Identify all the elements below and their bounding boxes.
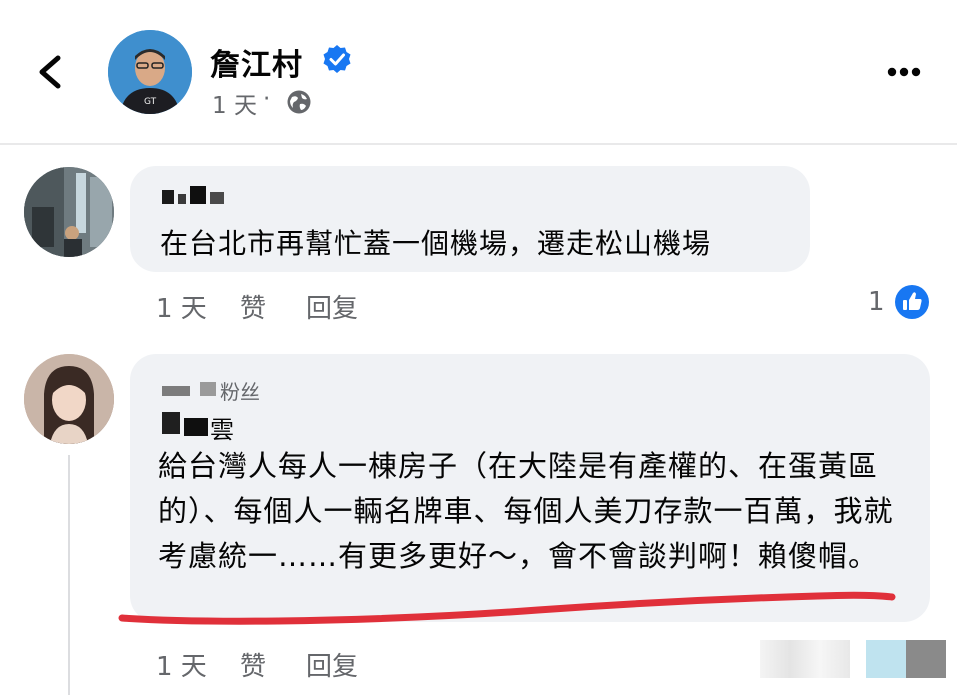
- reaction-redacted-blue: [866, 640, 906, 678]
- author-avatar[interactable]: GT: [108, 30, 192, 114]
- author-name[interactable]: 詹江村: [210, 40, 303, 84]
- fan-badge-redacted: [162, 382, 216, 396]
- reaction-area-redacted: [760, 640, 850, 678]
- reply-link[interactable]: 回复: [306, 646, 358, 683]
- reaction-redacted-gray: [906, 640, 946, 678]
- reply-link[interactable]: 回复: [306, 288, 358, 325]
- red-underline-annotation: [118, 591, 896, 625]
- more-options-icon[interactable]: [886, 66, 922, 78]
- commenter-name-suffix[interactable]: 雲: [210, 410, 234, 445]
- reaction-count[interactable]: 1: [868, 287, 885, 317]
- like-thumb-icon[interactable]: [894, 284, 930, 320]
- reply-thread-line: [68, 455, 70, 695]
- globe-icon: [287, 90, 311, 114]
- commenter-name-redacted: [162, 186, 224, 204]
- verified-badge-icon: [323, 45, 351, 73]
- like-link[interactable]: 赞: [240, 646, 266, 683]
- svg-text:GT: GT: [144, 97, 157, 107]
- comment-time[interactable]: 1 天: [156, 288, 207, 325]
- commenter-avatar[interactable]: [24, 354, 114, 444]
- back-chevron-icon[interactable]: [30, 52, 70, 92]
- fan-badge-label: 粉丝: [220, 380, 260, 404]
- commenter-avatar[interactable]: [24, 167, 114, 257]
- comment-time[interactable]: 1 天: [156, 646, 207, 683]
- comment-text: 在台北市再幫忙蓋一個機場，遷走松山機場: [160, 227, 712, 260]
- meta-separator: ·: [263, 86, 271, 112]
- header-divider: [0, 143, 957, 145]
- post-timestamp[interactable]: 1 天: [212, 86, 257, 120]
- like-link[interactable]: 赞: [240, 288, 266, 325]
- commenter-name-redacted: [162, 412, 208, 436]
- comment-text: 給台灣人每人一棟房子（在大陸是有產權的、在蛋黃區的）、每個人一輛名牌車、每個人美…: [158, 449, 894, 573]
